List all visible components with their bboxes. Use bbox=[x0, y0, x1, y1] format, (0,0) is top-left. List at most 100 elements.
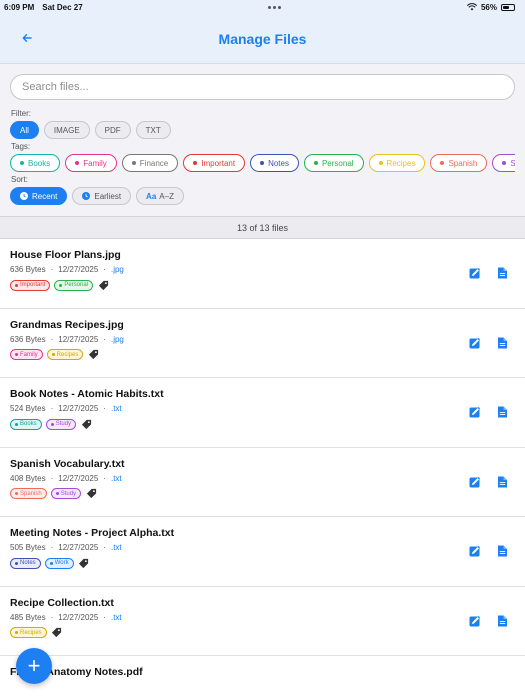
file-tag-family[interactable]: Family bbox=[10, 349, 43, 360]
tag-chip-books[interactable]: Books bbox=[10, 154, 61, 172]
file-tag-spanish[interactable]: Spanish bbox=[10, 488, 47, 499]
file-name: Meeting Notes - Project Alpha.txt bbox=[10, 527, 175, 539]
edit-icon[interactable] bbox=[469, 267, 481, 279]
filter-chip-image[interactable]: IMAGE bbox=[43, 121, 90, 139]
tag-icon[interactable] bbox=[51, 627, 63, 639]
tag-color-dot bbox=[75, 161, 80, 165]
edit-icon[interactable] bbox=[469, 615, 481, 627]
tag-icon[interactable] bbox=[87, 349, 99, 361]
document-icon[interactable] bbox=[496, 615, 508, 627]
plus-icon: + bbox=[27, 653, 41, 678]
filter-chip-txt[interactable]: TXT bbox=[135, 121, 171, 139]
tag-chip-family[interactable]: Family bbox=[65, 154, 117, 172]
filter-chip-pdf[interactable]: PDF bbox=[94, 121, 131, 139]
document-icon[interactable] bbox=[496, 406, 508, 418]
file-row[interactable]: Spanish Vocabulary.txt 408 Bytes · 12/27/20… bbox=[0, 447, 525, 517]
tag-chip-label: Finance bbox=[139, 158, 169, 168]
file-date: 12/27/2025 bbox=[58, 265, 99, 274]
filter-chip-label: PDF bbox=[104, 125, 121, 135]
file-row[interactable]: Flower Anatomy Notes.pdf bbox=[0, 656, 525, 700]
sort-chip-a-z[interactable]: Aa A–Z bbox=[136, 187, 184, 205]
meta-separator: · bbox=[50, 404, 54, 413]
file-meta: 524 Bytes · 12/27/2025 · .txt bbox=[10, 404, 515, 413]
tag-icon[interactable] bbox=[97, 279, 109, 291]
file-name: Flower Anatomy Notes.pdf bbox=[10, 666, 143, 678]
tag-chip-notes[interactable]: Notes bbox=[250, 154, 299, 172]
tag-chip-label: Family bbox=[83, 158, 107, 168]
wifi-icon bbox=[466, 3, 477, 11]
edit-icon[interactable] bbox=[469, 476, 481, 488]
meta-separator: · bbox=[50, 473, 54, 483]
file-row[interactable]: Book Notes - Atomic Habits.txt 524 Bytes ·… bbox=[0, 378, 525, 448]
tags-label: Tags: bbox=[11, 142, 31, 151]
file-tag-recipes[interactable]: Recipes bbox=[10, 627, 47, 638]
search-box[interactable] bbox=[10, 74, 515, 100]
tag-chips: Books Family Finance Important Notes Personal… bbox=[10, 154, 515, 172]
tag-chip-spanish[interactable]: Spanish bbox=[430, 154, 488, 172]
file-date: 12/27/2025 bbox=[58, 612, 99, 622]
tag-color-dot bbox=[49, 561, 53, 565]
tag-chip-stud[interactable]: Stud bbox=[492, 154, 515, 172]
document-icon[interactable] bbox=[496, 476, 508, 488]
file-row[interactable]: House Floor Plans.jpg 636 Bytes · 12/27/202… bbox=[0, 239, 525, 309]
tag-color-dot bbox=[20, 161, 24, 165]
document-icon[interactable] bbox=[496, 545, 508, 557]
file-tag-notes[interactable]: Notes bbox=[10, 557, 41, 569]
edit-icon[interactable] bbox=[469, 337, 481, 349]
page-title: Manage Files bbox=[218, 30, 307, 47]
file-name: Recipe Collection.txt bbox=[10, 596, 114, 609]
document-icon[interactable] bbox=[496, 267, 508, 279]
file-row[interactable]: Recipe Collection.txt 485 Bytes · 12/27/202… bbox=[0, 586, 525, 656]
tag-icon[interactable] bbox=[85, 488, 97, 500]
tag-color-dot bbox=[440, 161, 445, 165]
meta-separator: · bbox=[50, 612, 54, 622]
tag-chip-important[interactable]: Important bbox=[183, 154, 246, 172]
tag-icon[interactable] bbox=[80, 418, 92, 430]
file-meta: 636 Bytes · 12/27/2025 · .jpg bbox=[10, 335, 515, 344]
sort-alpha-icon: Aa bbox=[146, 191, 157, 201]
tag-chip-recipes[interactable]: Recipes bbox=[368, 154, 426, 172]
file-row[interactable]: Grandmas Recipes.jpg 636 Bytes · 12/27/2025… bbox=[0, 308, 525, 378]
file-tag-recipes[interactable]: Recipes bbox=[46, 349, 84, 360]
file-tag-label: Work bbox=[54, 560, 69, 566]
file-tag-important[interactable]: Important bbox=[10, 279, 51, 291]
file-size: 636 Bytes bbox=[10, 334, 46, 344]
tag-color-dot bbox=[50, 422, 54, 426]
sort-label: Sort: bbox=[11, 175, 28, 184]
battery-percent: 56% bbox=[480, 2, 497, 12]
document-icon[interactable] bbox=[496, 337, 508, 349]
file-tags: Notes Work bbox=[10, 557, 515, 569]
back-button[interactable] bbox=[13, 24, 41, 52]
filter-chip-all[interactable]: All bbox=[10, 121, 39, 139]
file-tag-study[interactable]: Study bbox=[45, 418, 77, 430]
file-tags: Books Study bbox=[10, 418, 515, 430]
meta-separator: · bbox=[50, 265, 54, 274]
filter-chip-label: TXT bbox=[145, 125, 161, 135]
edit-icon[interactable] bbox=[469, 406, 481, 418]
file-meta: 408 Bytes · 12/27/2025 · .txt bbox=[10, 474, 515, 483]
file-row[interactable]: Meeting Notes - Project Alpha.txt 505 Byt… bbox=[0, 517, 525, 587]
file-actions bbox=[469, 406, 508, 418]
tag-chip-personal[interactable]: Personal bbox=[303, 154, 364, 172]
file-extension: .txt bbox=[110, 612, 122, 622]
file-meta: 485 Bytes · 12/27/2025 · .txt bbox=[10, 613, 515, 622]
meta-separator: · bbox=[103, 334, 106, 344]
sort-chip-recent[interactable]: Recent bbox=[10, 187, 68, 205]
file-tag-study[interactable]: Study bbox=[50, 488, 82, 499]
tag-color-dot bbox=[260, 161, 265, 165]
file-tag-label: Study bbox=[60, 490, 77, 497]
sort-chip-earliest[interactable]: Earliest bbox=[72, 187, 132, 205]
meta-separator: · bbox=[103, 612, 106, 622]
file-tag-personal[interactable]: Personal bbox=[54, 279, 94, 291]
tag-icon[interactable] bbox=[78, 557, 90, 569]
search-input[interactable] bbox=[22, 81, 503, 93]
file-tag-books[interactable]: Books bbox=[10, 418, 42, 430]
tag-chip-finance[interactable]: Finance bbox=[121, 154, 179, 172]
battery-icon bbox=[501, 3, 515, 11]
tag-chip-label: Stud bbox=[510, 158, 515, 168]
add-file-button[interactable]: + bbox=[16, 648, 52, 684]
status-date: Sat Dec 27 bbox=[42, 2, 83, 12]
edit-icon[interactable] bbox=[469, 545, 481, 557]
multitasking-dots-icon[interactable] bbox=[268, 5, 282, 9]
file-tag-work[interactable]: Work bbox=[44, 557, 74, 569]
